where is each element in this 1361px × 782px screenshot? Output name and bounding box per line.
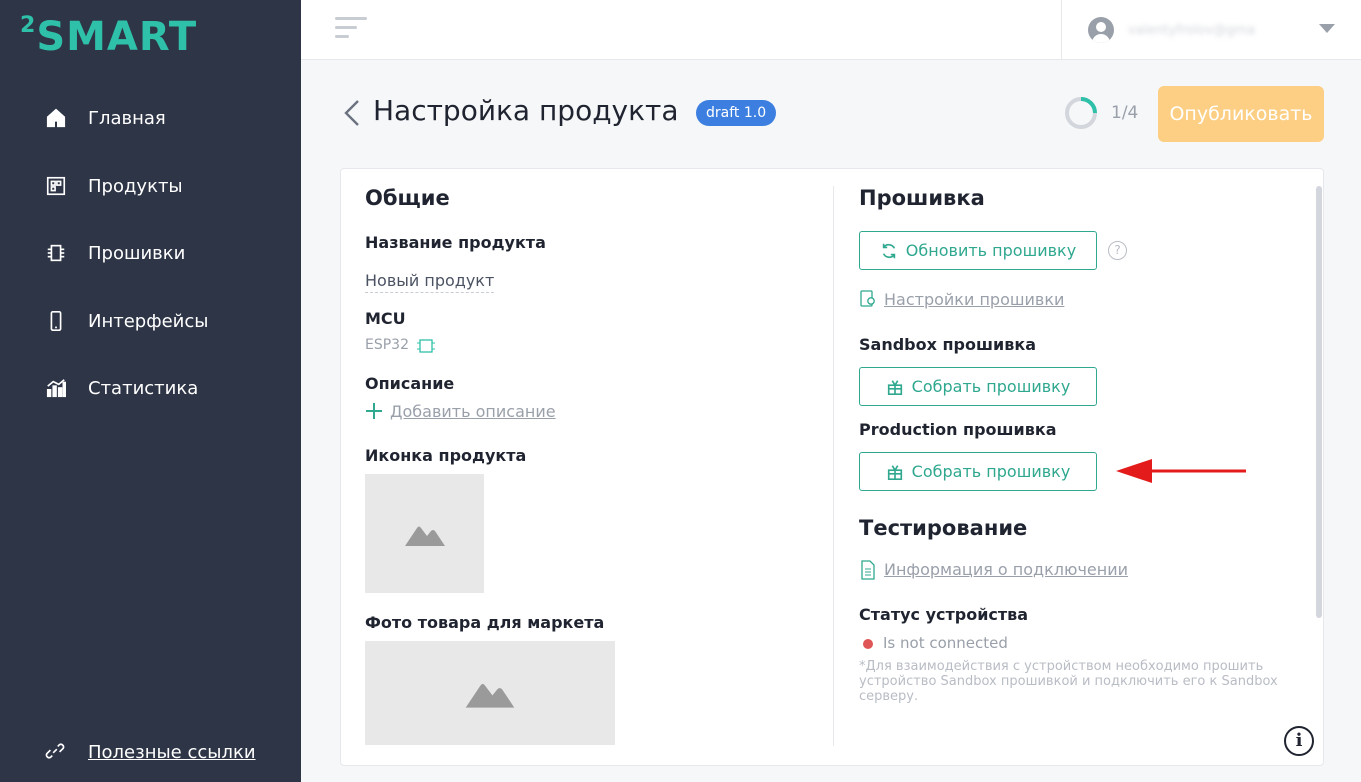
- production-firmware-label: Production прошивка: [859, 420, 1057, 439]
- build-sandbox-firmware-button[interactable]: Собрать прошивку: [859, 367, 1097, 406]
- publish-button[interactable]: Опубликовать: [1158, 86, 1324, 142]
- sidebar-item-firmwares[interactable]: Прошивки: [44, 238, 185, 268]
- testing-title: Тестирование: [859, 516, 1028, 540]
- update-firmware-button[interactable]: Обновить прошивку: [859, 231, 1097, 270]
- progress-ring: [1065, 97, 1097, 129]
- mcu-value: ESP32: [365, 337, 409, 353]
- market-photo-label: Фото товара для маркета: [365, 613, 605, 632]
- draft-badge: draft 1.0: [696, 100, 777, 126]
- sidebar-item-statistics[interactable]: Статистика: [44, 373, 198, 403]
- sidebar-item-interfaces[interactable]: Интерфейсы: [44, 306, 209, 336]
- sidebar-item-label: Прошивки: [88, 242, 186, 264]
- connection-info-link[interactable]: Информация о подключении: [884, 560, 1128, 579]
- chevron-down-icon[interactable]: [1319, 24, 1335, 33]
- firmware-title: Прошивка: [859, 186, 985, 210]
- description-label: Описание: [365, 374, 455, 393]
- mcu-label: MCU: [365, 309, 406, 328]
- useful-links-label: Полезные ссылки: [88, 741, 256, 763]
- sidebar-item-label: Продукты: [88, 175, 183, 197]
- product-icon-upload[interactable]: [365, 474, 484, 593]
- avatar-icon: [1088, 17, 1114, 43]
- back-icon[interactable]: [342, 98, 362, 128]
- device-status-label: Статус устройства: [859, 605, 1029, 624]
- products-icon: [44, 174, 68, 198]
- product-icon-label: Иконка продукта: [365, 446, 527, 465]
- help-icon[interactable]: ?: [1108, 241, 1127, 260]
- annotation-arrow-icon: [1116, 459, 1246, 483]
- topbar: valentyfrolov@gma: [301, 0, 1361, 60]
- sidebar-item-label: Главная: [88, 107, 166, 129]
- page-title: Настройка продукта: [373, 94, 679, 127]
- menu-toggle-icon[interactable]: [335, 17, 367, 41]
- phone-icon: [44, 309, 68, 333]
- refresh-icon: [882, 243, 896, 258]
- link-icon: [44, 740, 68, 764]
- firmware-settings-icon: [860, 290, 875, 307]
- user-menu[interactable]: valentyfrolov@gma: [1061, 0, 1361, 60]
- user-email: valentyfrolov@gma: [1128, 22, 1256, 38]
- info-icon[interactable]: i: [1284, 726, 1314, 756]
- useful-links[interactable]: Полезные ссылки: [44, 740, 256, 764]
- stats-icon: [44, 376, 68, 400]
- progress-text: 1/4: [1111, 103, 1139, 123]
- chip-icon: [417, 339, 435, 353]
- sidebar-item-label: Интерфейсы: [88, 310, 209, 332]
- sidebar-item-home[interactable]: Главная: [44, 103, 166, 133]
- image-placeholder-icon: [404, 526, 445, 546]
- document-icon: [861, 560, 875, 580]
- scrollbar[interactable]: [1316, 186, 1322, 618]
- add-description-link[interactable]: Добавить описание: [390, 402, 556, 421]
- logo[interactable]: 2SMART: [20, 13, 197, 60]
- sandbox-note: *Для взаимодействия с устройством необхо…: [859, 659, 1278, 704]
- product-name-value[interactable]: Новый продукт: [365, 271, 495, 293]
- sidebar: 2SMART Главная Продукты Прошивки Интерфе…: [0, 0, 301, 782]
- sandbox-firmware-label: Sandbox прошивка: [859, 335, 1036, 354]
- plus-icon[interactable]: [365, 402, 383, 420]
- device-status-value: Is not connected: [883, 634, 1008, 652]
- column-divider: [833, 186, 834, 746]
- gift-box-icon: [887, 379, 902, 395]
- sidebar-item-products[interactable]: Продукты: [44, 171, 183, 201]
- home-icon: [44, 106, 68, 130]
- product-name-label: Название продукта: [365, 233, 546, 252]
- market-photo-upload[interactable]: [365, 641, 615, 745]
- image-placeholder-icon: [465, 683, 515, 708]
- firmware-settings-link[interactable]: Настройки прошивки: [884, 290, 1064, 309]
- gift-box-icon: [887, 464, 902, 480]
- sidebar-item-label: Статистика: [88, 377, 199, 399]
- chip-icon: [44, 241, 68, 265]
- general-title: Общие: [365, 186, 450, 210]
- build-production-firmware-button[interactable]: Собрать прошивку: [859, 452, 1097, 491]
- status-dot: [863, 639, 873, 649]
